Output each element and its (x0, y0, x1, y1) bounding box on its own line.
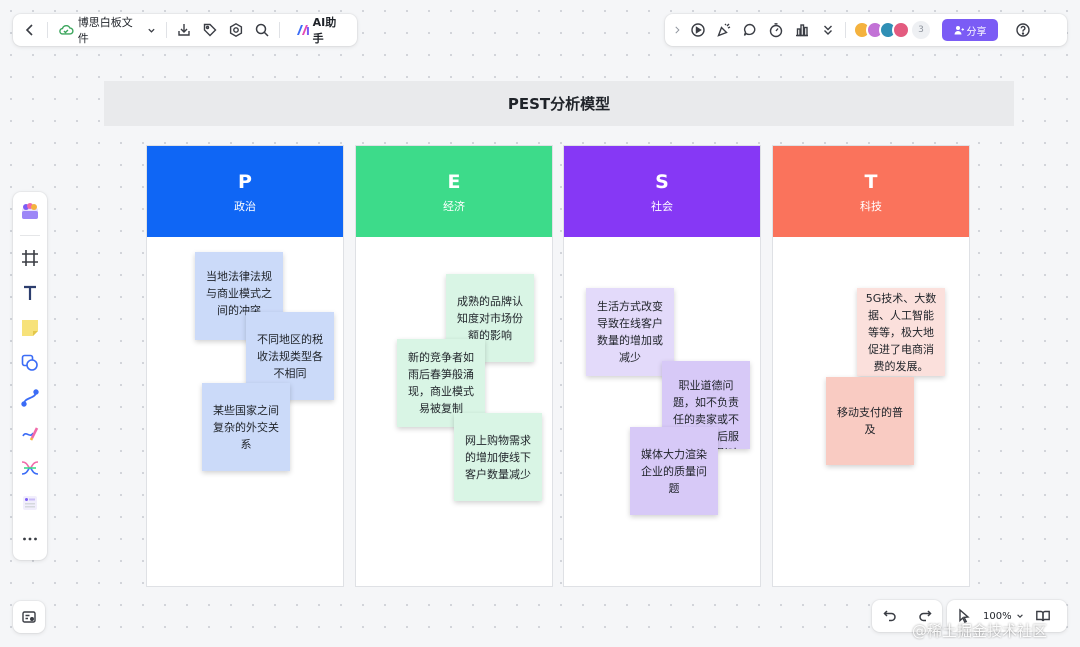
top-left-toolbar: 博思白板文件 AI助手 (13, 14, 357, 46)
minimap-button[interactable] (13, 601, 45, 633)
more-tools-icon[interactable] (16, 525, 44, 552)
column-header: T 科技 (773, 146, 969, 237)
column-header: S 社会 (564, 146, 760, 237)
column-header: E 经济 (356, 146, 552, 237)
back-icon[interactable] (17, 17, 43, 43)
text-tool-icon[interactable] (16, 279, 44, 306)
vote-icon[interactable] (789, 17, 815, 43)
cloud-icon (59, 24, 74, 35)
table-card-tool-icon[interactable] (16, 490, 44, 517)
sticky-note[interactable]: 生活方式改变导致在线客户数量的增加或减少 (586, 288, 674, 376)
column-label: 经济 (443, 199, 465, 213)
column-letter: S (655, 170, 669, 193)
toolbar-divider (20, 235, 40, 237)
minimap-icon (22, 611, 36, 623)
file-name-menu[interactable]: 博思白板文件 (52, 16, 162, 45)
top-right-toolbar: 3 分享 (665, 14, 1067, 46)
column-label: 社会 (651, 199, 673, 213)
toolbar-divider (845, 22, 846, 38)
share-button[interactable]: 分享 (942, 19, 998, 41)
chevron-right-icon[interactable] (669, 17, 685, 43)
sticky-note[interactable]: 媒体大力渲染企业的质量问题 (630, 427, 718, 515)
celebrate-icon[interactable] (711, 17, 737, 43)
shape-tool-icon[interactable] (16, 349, 44, 376)
help-icon[interactable] (1010, 17, 1036, 43)
column-label: 科技 (860, 199, 882, 213)
toolbar-divider (166, 22, 168, 38)
chevron-down-icon (1016, 614, 1023, 618)
collaborator-avatars[interactable]: 3 (853, 21, 930, 39)
column-letter: P (238, 170, 252, 193)
file-name: 博思白板文件 (77, 16, 133, 45)
comment-icon[interactable] (737, 17, 763, 43)
avatar-count[interactable]: 3 (912, 21, 930, 39)
toolbar-divider (278, 22, 280, 38)
sticky-note-tool-icon[interactable] (16, 314, 44, 341)
column-label: 政治 (234, 199, 256, 213)
user-add-icon (954, 26, 964, 35)
left-toolbar (13, 192, 47, 560)
undo-icon[interactable] (877, 603, 903, 629)
chevron-down-icon (148, 28, 155, 33)
avatar[interactable] (892, 21, 910, 39)
timer-icon[interactable] (763, 17, 789, 43)
column-letter: T (864, 170, 878, 193)
ai-logo-icon (296, 25, 309, 35)
download-icon[interactable] (171, 17, 197, 43)
board-title[interactable]: PEST分析模型 (104, 81, 1014, 126)
settings-icon[interactable] (223, 17, 249, 43)
search-icon[interactable] (249, 17, 275, 43)
sticky-note[interactable]: 某些国家之间复杂的外交关系 (202, 383, 290, 471)
column-letter: E (447, 170, 461, 193)
ai-assistant-label: AI助手 (312, 16, 337, 45)
sticky-note[interactable]: 5G技术、大数据、人工智能等等，极大地促进了电商消费的发展。 (857, 288, 945, 376)
sticky-note[interactable]: 移动支付的普及 (826, 377, 914, 465)
connector-tool-icon[interactable] (16, 385, 44, 412)
ai-assistant-button[interactable]: AI助手 (290, 14, 353, 46)
more-down-icon[interactable] (815, 17, 841, 43)
share-label: 分享 (966, 26, 987, 38)
toolbar-divider (46, 22, 48, 38)
frame-tool-icon[interactable] (16, 244, 44, 271)
tag-icon[interactable] (197, 17, 223, 43)
sticky-note[interactable]: 网上购物需求的增加使线下客户数量减少 (454, 413, 542, 501)
play-icon[interactable] (685, 17, 711, 43)
template-library-icon[interactable] (16, 198, 44, 225)
column-header: P 政治 (147, 146, 343, 237)
watermark: @稀土掘金技术社区 (912, 622, 1048, 640)
pen-tool-icon[interactable] (16, 420, 44, 447)
mindmap-tool-icon[interactable] (16, 455, 44, 482)
